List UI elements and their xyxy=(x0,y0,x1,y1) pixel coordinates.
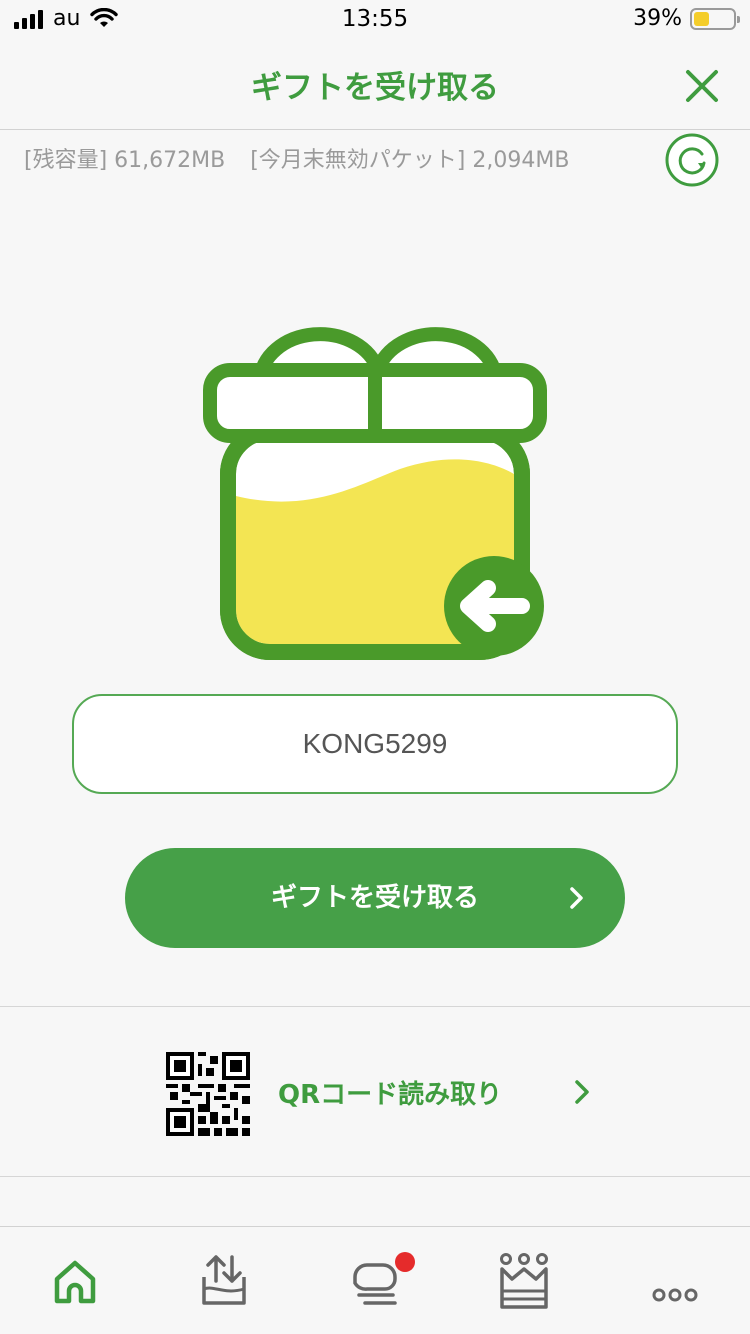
status-right: 39% xyxy=(633,6,740,31)
expiring-packets: [今月末無効パケット] 2,094MB xyxy=(250,148,570,173)
chevron-right-icon xyxy=(570,887,583,909)
crown-icon[interactable] xyxy=(494,1251,554,1311)
close-icon[interactable] xyxy=(678,62,726,110)
page-title: ギフトを受け取る xyxy=(251,70,499,106)
qr-scan-row[interactable]: QRコード読み取り xyxy=(0,1008,750,1176)
nav-bar: ギフトを受け取る xyxy=(0,42,750,130)
home-icon[interactable] xyxy=(45,1251,105,1311)
battery-icon xyxy=(690,7,740,30)
receive-gift-label: ギフトを受け取る xyxy=(270,883,479,913)
gift-box-icon xyxy=(203,327,547,660)
receive-gift-button[interactable]: ギフトを受け取る xyxy=(125,848,625,948)
tab-bar xyxy=(0,1226,750,1334)
qr-code-icon xyxy=(166,1052,250,1136)
refresh-icon[interactable] xyxy=(664,132,720,188)
gift-code-field[interactable]: KONG5299 xyxy=(72,694,678,794)
chevron-right-icon xyxy=(575,1080,589,1104)
more-icon[interactable] xyxy=(645,1251,705,1311)
divider xyxy=(0,1176,750,1177)
data-balance-info: [残容量] 61,672MB [今月末無効パケット] 2,094MB xyxy=(24,142,587,174)
battery-fill xyxy=(694,11,709,26)
remaining-capacity: [残容量] 61,672MB xyxy=(24,148,226,173)
data-transfer-icon[interactable] xyxy=(194,1251,254,1311)
status-bar: au 13:55 39% xyxy=(0,0,750,42)
battery-percent: 39% xyxy=(633,6,682,31)
qr-scan-label: QRコード読み取り xyxy=(278,1080,503,1110)
divider xyxy=(0,1006,750,1007)
notification-badge xyxy=(395,1252,415,1272)
